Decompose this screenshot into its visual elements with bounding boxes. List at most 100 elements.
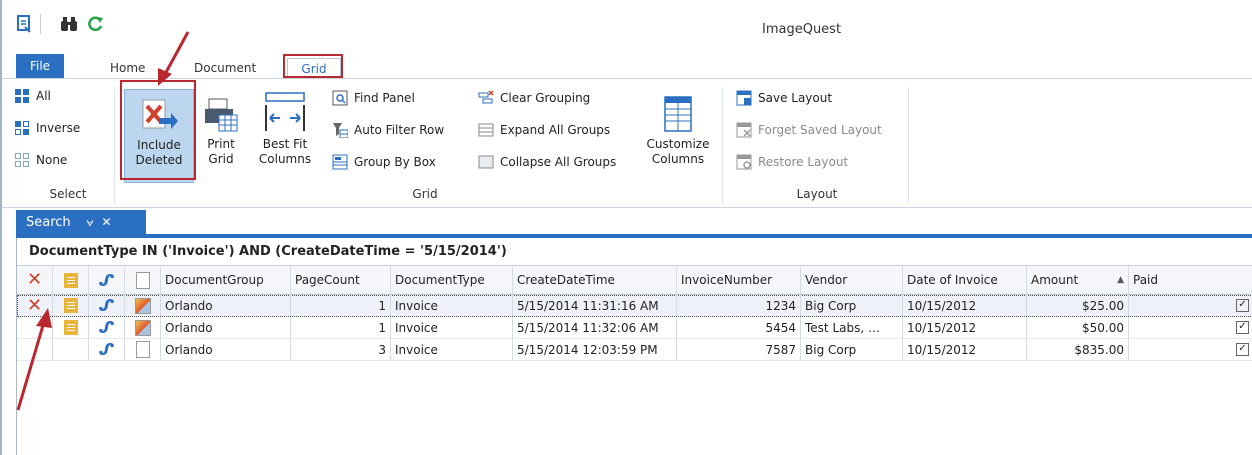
tab-file[interactable]: File [16,54,64,78]
cell-date-of-invoice[interactable]: 10/15/2012 [903,317,1027,338]
customize-columns-button[interactable]: Customize Columns [640,89,716,183]
header-deleted-column[interactable]: ✕ [17,266,53,294]
binoculars-icon[interactable] [60,14,78,34]
cell-date-of-invoice[interactable]: 10/15/2012 [903,339,1027,360]
table-row[interactable]: ✕ ᔑ Orlando 1 Invoice 5/15/2014 11:31:16… [17,295,1252,317]
header-documentgroup[interactable]: DocumentGroup [161,266,291,294]
select-none-icon [14,152,30,168]
table-row[interactable]: ᔑ Orlando 1 Invoice 5/15/2014 11:32:06 A… [17,317,1252,339]
note-icon[interactable] [53,295,89,316]
app-title: ImageQuest [762,22,842,37]
table-row[interactable]: ᔑ Orlando 3 Invoice 5/15/2014 12:03:59 P… [17,339,1252,361]
paid-checkbox[interactable]: ✓ [1129,295,1252,316]
header-thumbnail-column[interactable] [125,266,161,294]
link-icon[interactable]: ᔑ [89,339,125,360]
clear-grouping-button[interactable]: Clear Grouping [478,87,590,109]
qa-separator [40,14,41,34]
paid-checkbox[interactable]: ✓ [1129,317,1252,338]
cell-amount[interactable]: $25.00 [1027,295,1129,316]
header-date-of-invoice[interactable]: Date of Invoice [903,266,1027,294]
cell-documentgroup[interactable]: Orlando [161,317,291,338]
cell-vendor[interactable]: Big Corp [801,339,903,360]
auto-filter-row-button[interactable]: Auto Filter Row [332,119,444,141]
thumbnail-image-icon[interactable] [125,317,161,338]
header-links-column[interactable]: ᔑ [89,266,125,294]
cell-documenttype[interactable]: Invoice [391,317,513,338]
cell-amount[interactable]: $50.00 [1027,317,1129,338]
restore-layout-button[interactable]: Restore Layout [736,151,848,173]
cell-pagecount[interactable]: 1 [291,317,391,338]
forget-saved-layout-button[interactable]: Forget Saved Layout [736,119,882,141]
find-panel-icon [332,90,348,106]
print-grid-button[interactable]: Print Grid [198,89,244,183]
find-panel-button[interactable]: Find Panel [332,87,415,109]
refresh-icon[interactable] [86,14,104,34]
cell-date-of-invoice[interactable]: 10/15/2012 [903,295,1027,316]
find-panel-label: Find Panel [354,91,415,105]
cell-invoicenumber[interactable]: 7587 [677,339,801,360]
include-deleted-highlight [120,80,196,180]
annotation-arrow-icon [158,31,190,86]
cell-amount[interactable]: $835.00 [1027,339,1129,360]
print-grid-label-1: Print [207,137,235,151]
header-invoicenumber[interactable]: InvoiceNumber [677,266,801,294]
group-by-box-button[interactable]: Group By Box [332,151,436,173]
cell-createdatetime[interactable]: 5/15/2014 12:03:59 PM [513,339,677,360]
delete-x-icon: ✕ [26,269,43,290]
search-doc-tab[interactable]: Search ⩝ ✕ [16,210,146,234]
header-documenttype[interactable]: DocumentType [391,266,513,294]
best-fit-columns-button[interactable]: Best Fit Columns [252,89,318,183]
cell-documentgroup[interactable]: Orlando [161,295,291,316]
select-none-label: None [36,153,68,167]
filter-expression: DocumentType IN ('Invoice') AND (CreateD… [17,238,1252,266]
cell-documenttype[interactable]: Invoice [391,295,513,316]
expand-all-icon [478,122,494,138]
cell-vendor[interactable]: Big Corp [801,295,903,316]
cell-pagecount[interactable]: 3 [291,339,391,360]
thumbnail-image-icon[interactable] [125,295,161,316]
link-icon[interactable]: ᔑ [89,317,125,338]
cell-documenttype[interactable]: Invoice [391,339,513,360]
header-notes-column[interactable] [53,266,89,294]
forget-layout-label: Forget Saved Layout [758,123,882,137]
cell-invoicenumber[interactable]: 1234 [677,295,801,316]
collapse-all-groups-button[interactable]: Collapse All Groups [478,151,616,173]
cell-documentgroup[interactable]: Orlando [161,339,291,360]
cell-invoicenumber[interactable]: 5454 [677,317,801,338]
ribbon-separator [908,87,909,203]
tab-home[interactable]: Home [104,58,151,78]
cell-createdatetime[interactable]: 5/15/2014 11:31:16 AM [513,295,677,316]
select-all-button[interactable]: All [14,85,51,107]
forget-layout-icon [736,122,752,138]
header-amount[interactable]: Amount ▲ [1027,266,1129,294]
collapse-all-icon [478,154,494,170]
close-icon[interactable]: ✕ [101,215,111,229]
note-icon[interactable] [53,317,89,338]
grid-header: ✕ ᔑ DocumentGroup PageCount DocumentType… [17,266,1252,295]
save-layout-button[interactable]: Save Layout [736,87,832,109]
grid-group-label: Grid [412,187,438,201]
save-layout-label: Save Layout [758,91,833,105]
best-fit-label-1: Best Fit [262,137,308,151]
select-inverse-button[interactable]: Inverse [14,117,80,139]
link-icon[interactable]: ᔑ [89,295,125,316]
collapse-all-label: Collapse All Groups [500,155,617,169]
expand-all-groups-button[interactable]: Expand All Groups [478,119,610,141]
cell-createdatetime[interactable]: 5/15/2014 11:32:06 AM [513,317,677,338]
select-none-button[interactable]: None [14,149,67,171]
cell-vendor[interactable]: Test Labs, … [801,317,903,338]
app-window: ImageQuest File Home Document Grid All I… [0,0,1252,455]
filter-icon [332,122,349,139]
header-pagecount[interactable]: PageCount [291,266,391,294]
app-logo-icon[interactable] [16,14,32,34]
header-vendor[interactable]: Vendor [801,266,903,294]
header-paid[interactable]: Paid [1129,266,1252,294]
tab-document[interactable]: Document [188,58,262,78]
cell-pagecount[interactable]: 1 [291,295,391,316]
pin-icon[interactable]: ⩝ [87,215,94,230]
blank-page-icon[interactable] [125,339,161,360]
paid-checkbox[interactable]: ✓ [1129,339,1252,360]
header-createdatetime[interactable]: CreateDateTime [513,266,677,294]
note-cell [53,339,89,360]
save-layout-icon [736,90,752,106]
